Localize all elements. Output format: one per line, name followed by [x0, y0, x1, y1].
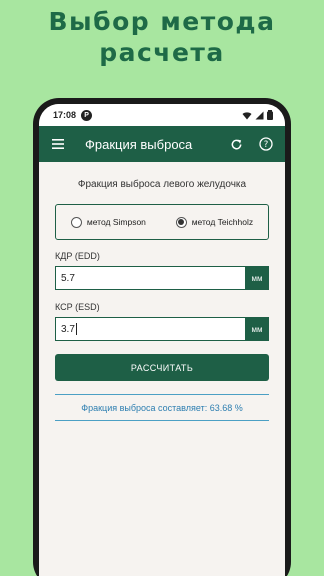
edd-row: 5.7 мм: [55, 266, 269, 290]
svg-text:?: ?: [264, 140, 269, 150]
battery-icon: [267, 110, 273, 120]
status-bar: 17:08 P: [39, 104, 285, 126]
promo-title: Выбор метода расчета: [0, 6, 324, 68]
promo-title-line1: Выбор метода: [48, 7, 276, 36]
esd-unit: мм: [245, 317, 269, 341]
radio-label: метод Simpson: [86, 217, 146, 227]
menu-icon[interactable]: [47, 133, 69, 155]
refresh-icon[interactable]: [225, 133, 247, 155]
app-title: Фракция выброса: [85, 136, 193, 152]
radio-method-simpson[interactable]: метод Simpson: [70, 216, 146, 228]
edd-unit: мм: [245, 266, 269, 290]
esd-value: 3.7: [61, 323, 75, 335]
radio-label: метод Teichholz: [191, 217, 254, 227]
esd-row: 3.7 мм: [55, 317, 269, 341]
phone-screen: 17:08 P Фракция выброса ? Фракция выброс…: [39, 104, 285, 576]
edd-input[interactable]: 5.7: [55, 266, 245, 290]
status-time: 17:08: [53, 110, 77, 120]
signal-icon: [255, 111, 264, 119]
notification-badge: P: [81, 109, 93, 121]
esd-label: КСР (ESD): [55, 302, 100, 312]
promo-title-line2: расчета: [99, 38, 225, 67]
radio-checked-icon: [175, 216, 187, 228]
app-bar: Фракция выброса ?: [39, 126, 285, 162]
wifi-icon: [242, 111, 252, 119]
edd-label: КДР (EDD): [55, 251, 100, 261]
result-text: Фракция выброса составляет: 63.68 %: [55, 394, 269, 421]
form-content: Фракция выброса левого желудочка метод S…: [39, 179, 285, 421]
text-cursor: [75, 323, 77, 335]
radio-unchecked-icon: [70, 216, 82, 228]
radio-method-teichholz[interactable]: метод Teichholz: [175, 216, 254, 228]
calculate-button[interactable]: РАССЧИТАТЬ: [55, 354, 269, 381]
help-icon[interactable]: ?: [255, 133, 277, 155]
form-subtitle: Фракция выброса левого желудочка: [77, 179, 247, 190]
phone-frame: 17:08 P Фракция выброса ? Фракция выброс…: [33, 98, 291, 576]
method-radio-group: метод Simpson метод Teichholz: [55, 204, 269, 240]
esd-input[interactable]: 3.7: [55, 317, 245, 341]
edd-value: 5.7: [61, 272, 75, 284]
